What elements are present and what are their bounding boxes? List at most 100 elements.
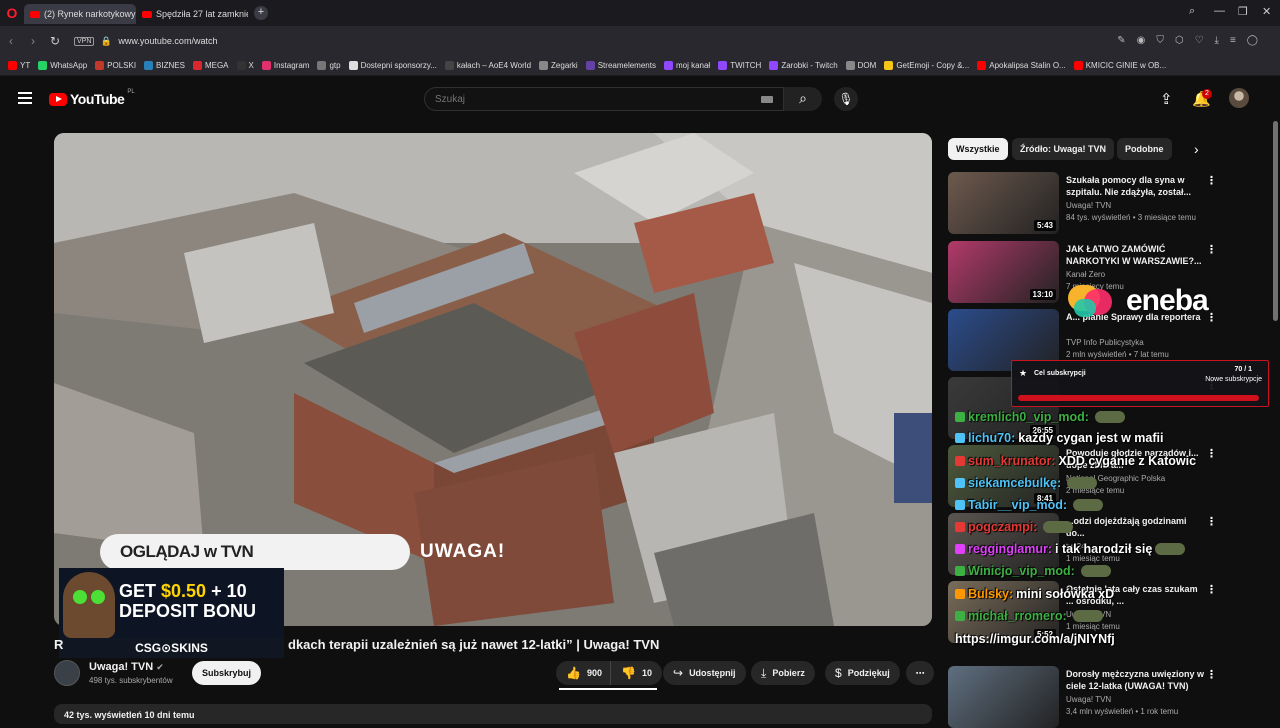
tab-search-icon[interactable]: ⌕: [1189, 5, 1195, 18]
recommendation-item[interactable]: 5:43 Szukała pomocy dla syna w szpitalu. …: [948, 172, 1264, 234]
bookmark-item[interactable]: Instagram: [261, 61, 309, 70]
bookmark-item[interactable]: Apokalipsa Stalin O...: [977, 61, 1066, 70]
minimize-button[interactable]: —: [1214, 5, 1225, 17]
bookmark-item[interactable]: kałach – AoE4 World: [444, 61, 531, 70]
bookmark-label: GetEmoji - Copy &...: [896, 61, 970, 70]
channel-name[interactable]: Uwaga! TVN ✔: [89, 661, 164, 673]
bookmark-item[interactable]: KMICIC GINIE w OB...: [1073, 61, 1166, 70]
shield-icon[interactable]: ⛉: [1156, 35, 1164, 46]
new-tab-button[interactable]: +: [254, 6, 268, 20]
extensions-icon[interactable]: ⬡: [1175, 35, 1184, 46]
heart-icon[interactable]: ♡: [1195, 35, 1204, 46]
menu-icon[interactable]: ≡: [1230, 35, 1236, 46]
tab-title: (2) Rynek narkotykowy w: [44, 9, 136, 19]
share-button[interactable]: ↪ Udostępnij: [663, 661, 746, 685]
chat-badge-icon: [955, 566, 965, 576]
download-button[interactable]: ⤓ Pobierz: [751, 661, 815, 685]
recommendation-thumbnail[interactable]: [948, 666, 1059, 728]
recommendation-title[interactable]: JAK ŁATWO ZAMÓWIĆ NARKOTYKI W WARSZAWIE?…: [1066, 243, 1206, 267]
bookmark-item[interactable]: YT: [8, 61, 30, 70]
chat-text: każdy cygan jest w mafii: [1018, 431, 1164, 445]
chip-all[interactable]: Wszystkie: [948, 138, 1008, 160]
forward-icon[interactable]: ›: [22, 34, 44, 48]
browser-tabbar: O (2) Rynek narkotykowy w ✕ Spędziła 27 …: [0, 0, 1280, 26]
sub-goal-new: Nowe subskrypcje: [1205, 376, 1262, 383]
dislike-button[interactable]: 👎 10: [610, 661, 662, 685]
chip-similar[interactable]: Podobne: [1117, 138, 1172, 160]
lock-icon[interactable]: 🔒: [100, 36, 112, 47]
eneba-logo-icon: [1068, 281, 1122, 321]
download-icon[interactable]: ⤓: [1215, 35, 1219, 46]
chat-text: i tak harodził się: [1055, 542, 1153, 556]
bookmark-item[interactable]: moj kanał: [663, 61, 710, 70]
reload-icon[interactable]: ↻: [44, 34, 66, 48]
chat-emote-icon: [1072, 610, 1103, 622]
thanks-button[interactable]: $ Podziękuj: [825, 661, 900, 685]
more-vertical-icon[interactable]: ⋮: [1206, 174, 1217, 187]
bookmark-item[interactable]: X: [236, 61, 254, 70]
chat-emote-icon: [1094, 411, 1125, 423]
chat-badge-icon: [955, 544, 965, 554]
bookmark-item[interactable]: POLSKI: [95, 61, 136, 70]
recommendation-channel[interactable]: Kanał Zero: [1066, 270, 1105, 279]
csgo-skins-ad[interactable]: GET $0.50 + 10 DEPOSIT BONU CSG⊙SKINS: [59, 568, 284, 658]
opera-logo[interactable]: O: [0, 0, 24, 26]
edit-icon[interactable]: ✎: [1117, 35, 1125, 46]
recommendation-item[interactable]: Dorosły mężczyzna uwięziony w ciele 12-l…: [948, 666, 1264, 728]
bookmark-item[interactable]: Streamelements: [585, 61, 656, 70]
user-avatar[interactable]: [1229, 88, 1249, 108]
back-icon[interactable]: ‹: [0, 34, 22, 48]
chat-emote-icon: [1155, 543, 1186, 555]
keyboard-icon[interactable]: [761, 96, 773, 103]
chat-message: lichu70: każdy cygan jest w mafii: [955, 431, 1275, 445]
bookmark-item[interactable]: DOM: [845, 61, 877, 70]
bookmark-label: DOM: [857, 61, 877, 70]
youtube-logo[interactable]: YouTube PL: [49, 89, 135, 107]
bookmark-favicon-icon: [236, 61, 246, 70]
hamburger-menu-icon[interactable]: [18, 92, 32, 104]
bookmark-item[interactable]: Zarobki - Twitch: [769, 61, 838, 70]
microphone-icon[interactable]: 🎙: [834, 87, 858, 111]
bookmark-item[interactable]: gtp: [317, 61, 341, 70]
camera-icon[interactable]: ◉: [1137, 35, 1146, 46]
more-actions-button[interactable]: ⋯: [906, 661, 934, 685]
recommendation-thumbnail[interactable]: 5:43: [948, 172, 1059, 234]
bookmark-item[interactable]: GetEmoji - Copy &...: [884, 61, 969, 70]
chat-username: pogczampi:: [968, 520, 1038, 534]
recommendation-title[interactable]: Dorosły mężczyzna uwięziony w ciele 12-l…: [1066, 668, 1206, 692]
url-field[interactable]: www.youtube.com/watch: [118, 36, 217, 46]
bookmark-item[interactable]: Dostepni sponsorzy...: [348, 61, 437, 70]
bookmark-item[interactable]: BIZNES: [144, 61, 185, 70]
bookmark-item[interactable]: TWITCH: [718, 61, 761, 70]
search-button[interactable]: ⌕: [784, 87, 822, 111]
profile-icon[interactable]: ◯: [1247, 35, 1258, 46]
video-player[interactable]: OGLĄDAJ w TVN UWAGA!: [54, 133, 932, 626]
close-window-button[interactable]: ✕: [1262, 5, 1271, 18]
bookmark-item[interactable]: WhatsApp: [38, 61, 87, 70]
recommendation-channel[interactable]: TVP Info Publicystyka: [1066, 338, 1144, 347]
bookmark-item[interactable]: MEGA: [192, 61, 229, 70]
vpn-badge[interactable]: VPN: [74, 36, 95, 46]
recommendation-channel[interactable]: Uwaga! TVN: [1066, 695, 1111, 704]
browser-tab[interactable]: Spędziła 27 lat zamknięta: [136, 4, 248, 24]
subscribe-button[interactable]: Subskrybuj: [192, 661, 262, 685]
browser-tab-active[interactable]: (2) Rynek narkotykowy w ✕: [24, 4, 136, 24]
share-icon: ↪: [673, 666, 684, 680]
like-button[interactable]: 👍 900: [556, 661, 610, 685]
video-duration: 13:10: [1029, 289, 1056, 300]
page-scrollbar-thumb[interactable]: [1273, 121, 1278, 321]
bookmark-item[interactable]: Zegarki: [539, 61, 578, 70]
bookmark-favicon-icon: [1073, 61, 1083, 70]
more-vertical-icon[interactable]: ⋮: [1206, 243, 1217, 256]
bookmark-label: MEGA: [204, 61, 229, 70]
more-vertical-icon[interactable]: ⋮: [1206, 668, 1217, 681]
recommendation-channel[interactable]: Uwaga! TVN: [1066, 201, 1111, 210]
channel-avatar[interactable]: [54, 660, 80, 686]
recommendation-thumbnail[interactable]: 13:10: [948, 241, 1059, 303]
search-input[interactable]: [425, 88, 745, 110]
maximize-button[interactable]: ❐: [1238, 5, 1248, 18]
chevron-right-icon[interactable]: ›: [1194, 141, 1199, 157]
recommendation-title[interactable]: Szukała pomocy dla syna w szpitalu. Nie …: [1066, 174, 1206, 198]
upload-icon[interactable]: ⇪: [1160, 90, 1173, 108]
chip-source[interactable]: Źródło: Uwaga! TVN: [1012, 138, 1114, 160]
